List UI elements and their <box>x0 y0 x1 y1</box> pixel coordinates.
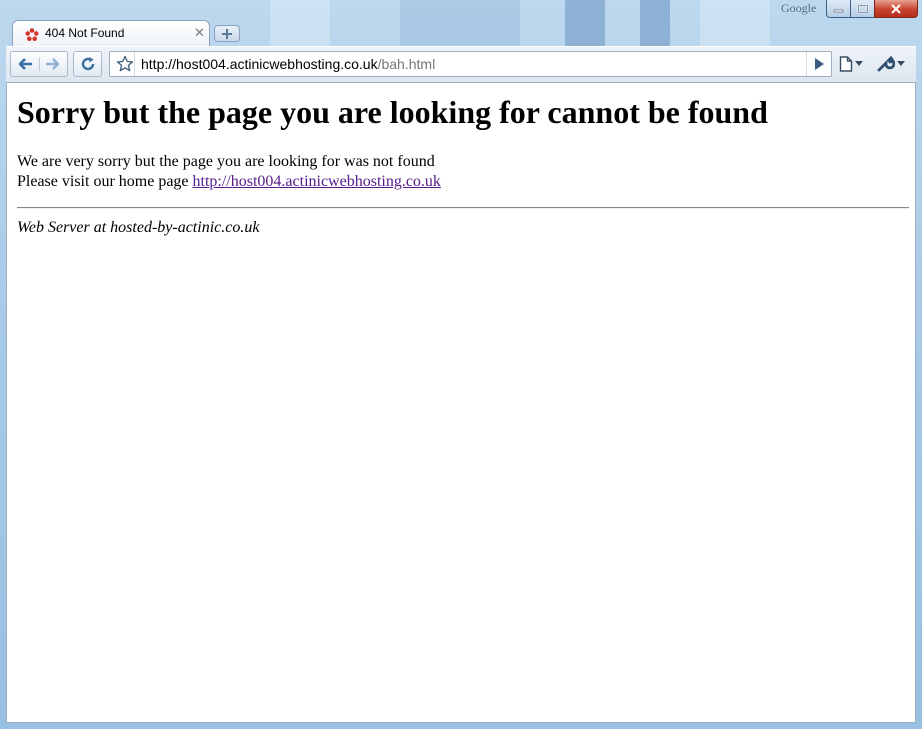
star-icon[interactable] <box>116 55 134 78</box>
reload-icon <box>81 57 94 71</box>
error-line-1: We are very sorry but the page you are l… <box>17 153 435 170</box>
error-message: We are very sorry but the page you are l… <box>17 152 909 192</box>
home-page-link[interactable]: http://host004.actinicwebhosting.co.uk <box>193 173 441 190</box>
page-viewport: Sorry but the page you are looking for c… <box>6 82 916 723</box>
home-page-prompt: Please visit our home page <box>17 173 193 190</box>
url-path: /bah.html <box>377 56 436 72</box>
wrench-icon <box>877 56 895 72</box>
go-button[interactable] <box>806 52 831 76</box>
minimize-button[interactable] <box>826 0 851 18</box>
page-menu-icon <box>839 56 853 72</box>
reload-button[interactable] <box>73 51 102 77</box>
back-button[interactable] <box>11 57 40 71</box>
url-text[interactable]: http://host004.actinicwebhosting.co.uk/b… <box>141 56 435 72</box>
tools-menu-button[interactable] <box>877 52 905 76</box>
server-signature: Web Server at hosted-by-actinic.co.uk <box>17 219 260 236</box>
close-icon <box>891 3 901 14</box>
maximize-button[interactable] <box>850 0 875 18</box>
minimize-icon <box>833 9 843 12</box>
new-tab-button[interactable] <box>214 25 240 42</box>
close-tab-icon[interactable]: ✕ <box>194 26 205 40</box>
close-window-button[interactable] <box>874 0 918 18</box>
url-host: http://host004.actinicwebhosting.co.uk <box>141 56 378 72</box>
back-forward-group <box>10 51 68 77</box>
actinic-flower-icon <box>24 27 40 48</box>
omnibox[interactable]: http://host004.actinicwebhosting.co.uk/b… <box>109 51 832 77</box>
chevron-down-icon <box>897 61 905 66</box>
page-content: Sorry but the page you are looking for c… <box>17 83 909 238</box>
play-arrow-icon <box>815 58 824 70</box>
plus-icon <box>222 28 232 39</box>
toolbar: http://host004.actinicwebhosting.co.uk/b… <box>6 46 916 82</box>
forward-arrow-icon <box>46 58 60 70</box>
restore-icon <box>857 4 868 13</box>
tab-title: 404 Not Found <box>45 26 125 40</box>
chevron-down-icon <box>855 61 863 66</box>
forward-button[interactable] <box>40 57 68 71</box>
tab-404-not-found[interactable]: 404 Not Found ✕ <box>12 20 210 47</box>
window-brand-label: Google <box>781 1 817 15</box>
divider <box>17 207 909 209</box>
browser-window: Google 404 Not Found ✕ http://host004.ac… <box>0 0 922 729</box>
window-controls <box>826 0 918 18</box>
back-arrow-icon <box>18 58 32 70</box>
page-title: Sorry but the page you are looking for c… <box>17 94 768 130</box>
page-menu-button[interactable] <box>839 52 863 76</box>
